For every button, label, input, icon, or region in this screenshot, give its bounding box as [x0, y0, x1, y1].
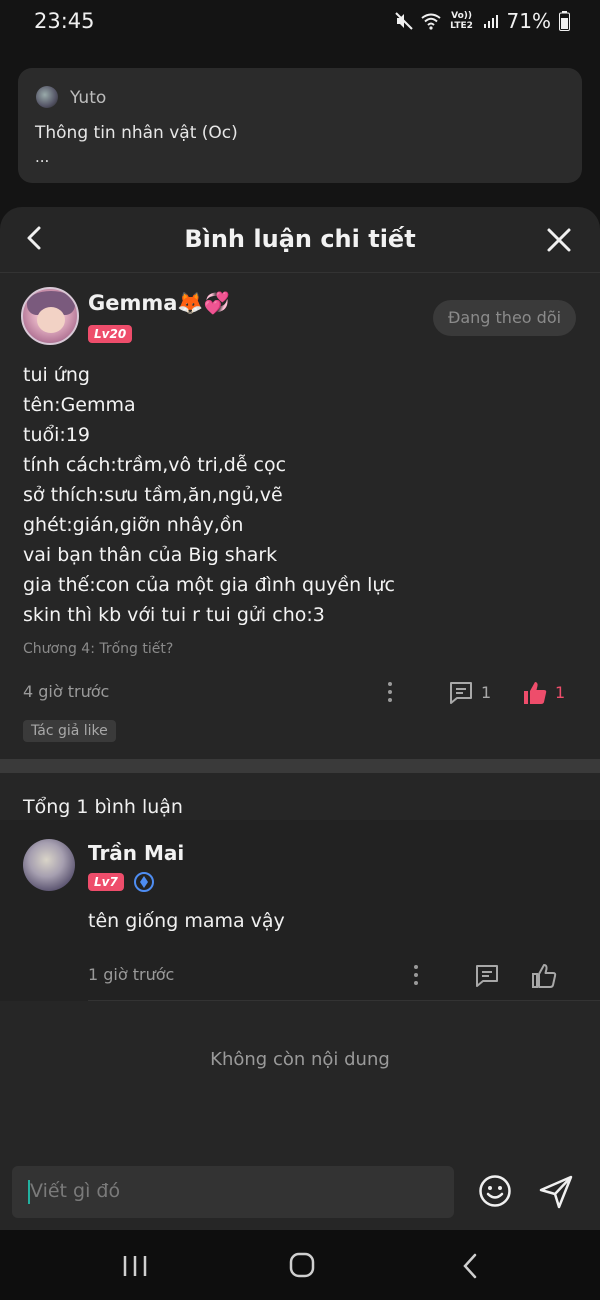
- status-time: 23:45: [34, 9, 95, 33]
- battery-icon: [559, 11, 570, 31]
- list-item: Trần Mai Lv7 tên giống mama vậy 1 giờ tr…: [0, 820, 600, 1001]
- close-icon[interactable]: [544, 225, 574, 255]
- avatar: [36, 86, 58, 108]
- send-icon[interactable]: [538, 1174, 574, 1210]
- follow-button[interactable]: Đang theo dõi: [433, 300, 576, 336]
- total-replies-label: Tổng 1 bình luận: [23, 796, 183, 818]
- home-icon[interactable]: [289, 1252, 315, 1278]
- wifi-icon: [420, 13, 441, 30]
- page-title: Bình luận chi tiết: [184, 225, 416, 253]
- comment-line: gia thế:con của một gia đình quyền lực: [23, 574, 395, 596]
- sheet-header: Bình luận chi tiết: [0, 207, 600, 273]
- thumbs-up-icon[interactable]: [530, 962, 558, 990]
- smiley-icon[interactable]: [478, 1174, 512, 1208]
- level-badge: Lv7: [88, 873, 124, 891]
- comment-line: tính cách:trầm,vô tri,dễ cọc: [23, 454, 287, 476]
- comment-composer: Viết gì đó: [0, 1154, 600, 1230]
- comment-line: skin thì kb với tui r tui gửi cho:3: [23, 604, 325, 626]
- more-options-icon[interactable]: [387, 682, 393, 704]
- chapter-link[interactable]: Chương 4: Trống tiết?: [23, 641, 173, 657]
- post-ellipsis: ...: [35, 148, 50, 166]
- battery-percent: 71%: [506, 9, 551, 33]
- mute-icon: [394, 12, 413, 30]
- reply-time: 1 giờ trước: [88, 965, 175, 984]
- end-of-list-text: Không còn nội dung: [210, 1049, 390, 1070]
- comment-time: 4 giờ trước: [23, 682, 110, 701]
- comment-line: tên:Gemma: [23, 394, 136, 416]
- comment-line: tuổi:19: [23, 424, 90, 446]
- comment-input[interactable]: Viết gì đó: [12, 1166, 454, 1218]
- divider: [88, 1000, 600, 1001]
- reply-meta-row: 1 giờ trước: [0, 957, 600, 997]
- status-bar: 23:45 Vo)) LTE2 71%: [0, 0, 600, 46]
- comment-body: tui ứng tên:Gemma tuổi:19 tính cách:trầm…: [23, 360, 583, 630]
- signal-icon: [483, 15, 498, 28]
- author-like-tag: Tác giả like: [23, 720, 116, 742]
- reply-icon[interactable]: [473, 962, 501, 990]
- comment-line: vai bạn thân của Big shark: [23, 544, 278, 566]
- comment-author[interactable]: Gemma🦊💞: [88, 291, 230, 316]
- section-divider: [0, 759, 600, 773]
- comment-line: ghét:gián,giỡn nhây,ồn: [23, 514, 244, 536]
- reply-author[interactable]: Trần Mai: [88, 841, 184, 865]
- thumbs-up-icon[interactable]: [521, 679, 549, 707]
- level-badge: Lv20: [88, 325, 133, 343]
- comment-meta-row: 4 giờ trước 1 1: [0, 674, 600, 714]
- avatar[interactable]: [21, 287, 79, 345]
- verified-icon: [134, 872, 154, 892]
- reply-text: tên giống mama vậy: [88, 910, 285, 932]
- post-author: Yuto: [70, 88, 107, 108]
- like-count: 1: [555, 683, 566, 702]
- comment-line: tui ứng: [23, 364, 90, 386]
- reply-icon[interactable]: [447, 679, 475, 707]
- post-title: Thông tin nhân vật (Oc): [35, 123, 238, 143]
- network-label: Vo)) LTE2: [450, 11, 473, 31]
- avatar[interactable]: [23, 839, 75, 891]
- more-options-icon[interactable]: [413, 965, 419, 987]
- system-nav-bar: [0, 1230, 600, 1300]
- comment-detail-sheet: Bình luận chi tiết Gemma🦊💞 Lv20 Đang the…: [0, 207, 600, 1230]
- input-placeholder: Viết gì đó: [30, 1180, 121, 1202]
- reply-count: 1: [481, 683, 492, 702]
- background-post-card[interactable]: Yuto Thông tin nhân vật (Oc) ...: [18, 68, 582, 183]
- back-icon[interactable]: [460, 1252, 480, 1280]
- recent-apps-icon[interactable]: [122, 1254, 148, 1278]
- comment-line: sở thích:sưu tầm,ăn,ngủ,vẽ: [23, 484, 283, 506]
- status-icons: Vo)) LTE2 71%: [394, 9, 570, 33]
